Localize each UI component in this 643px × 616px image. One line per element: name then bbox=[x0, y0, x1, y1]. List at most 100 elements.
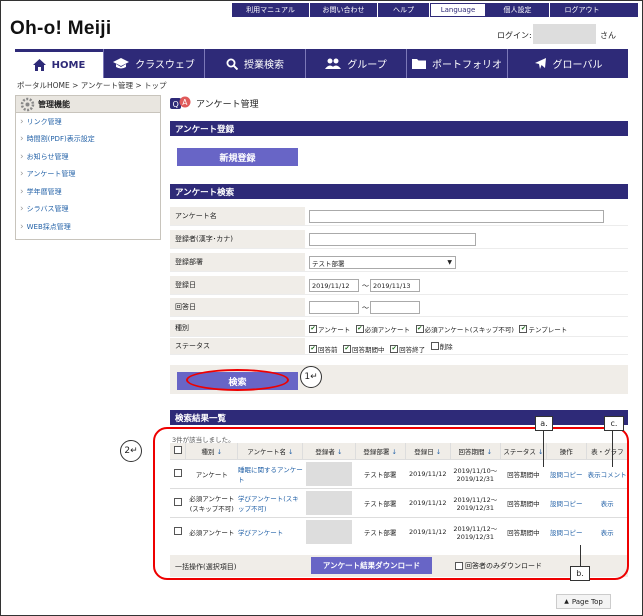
status-label: ステータス bbox=[170, 338, 305, 354]
home-icon bbox=[32, 59, 46, 71]
type-checkbox-required[interactable]: ✔ 必須アンケート bbox=[355, 324, 411, 334]
registrant-input[interactable] bbox=[309, 233, 476, 246]
svg-text:A: A bbox=[182, 98, 188, 107]
checkbox-checked-icon: ✔ bbox=[309, 345, 317, 353]
type-checkbox-template-label: テンプレート bbox=[528, 326, 568, 334]
page-title-text: アンケート管理 bbox=[196, 99, 259, 110]
answer-date-label: 回答日 bbox=[170, 298, 305, 316]
nav-classweb[interactable]: クラスウェブ bbox=[103, 49, 204, 78]
util-manual-link[interactable]: 利用マニュアル bbox=[232, 3, 310, 17]
util-help-link[interactable]: ヘルプ bbox=[378, 3, 430, 17]
util-contact-link[interactable]: お問い合わせ bbox=[310, 3, 378, 17]
search-icon bbox=[226, 58, 238, 70]
register-date-to-input[interactable]: 2019/11/13 bbox=[370, 279, 420, 292]
sidebar-item-web-grading[interactable]: WEB採点管理 bbox=[16, 218, 160, 236]
annotation-results-frame bbox=[153, 427, 629, 580]
util-settings-link[interactable]: 個人設定 bbox=[486, 3, 550, 17]
answer-date-from-input[interactable] bbox=[309, 301, 359, 314]
register-date-separator: 〜 bbox=[362, 282, 369, 290]
nav-classweb-label: クラスウェブ bbox=[135, 60, 195, 71]
sidebar-item-link-management[interactable]: リンク管理 bbox=[16, 113, 160, 131]
annotation-line-a bbox=[543, 431, 544, 467]
checkbox-checked-icon: ✔ bbox=[415, 325, 424, 333]
nav-course-search-label: 授業検索 bbox=[244, 60, 284, 71]
gear-icon bbox=[20, 97, 35, 112]
status-checkbox-before-label: 回答前 bbox=[318, 346, 338, 354]
type-checkbox-required-noskip[interactable]: ✔ 必須アンケート(スキップ不可) bbox=[415, 324, 514, 334]
folder-icon bbox=[412, 59, 426, 69]
status-checkbox-before[interactable]: ✔ 回答前 bbox=[309, 344, 338, 354]
sidebar-title: 管理機能 bbox=[38, 99, 70, 109]
register-section-header: アンケート登録 bbox=[170, 121, 628, 136]
annotation-callout-2-text: 2 bbox=[124, 446, 131, 456]
status-checkbox-deleted-label: 削除 bbox=[439, 343, 453, 351]
status-checkbox-ended-label: 回答終了 bbox=[399, 346, 426, 354]
nav-home-label: HOME bbox=[51, 59, 86, 71]
mortarboard-icon bbox=[113, 58, 130, 69]
language-select[interactable]: Language bbox=[430, 3, 486, 17]
registrant-row: 登録者(漢字･カナ) bbox=[170, 230, 628, 249]
nav-group[interactable]: グループ bbox=[305, 49, 406, 78]
department-select-value: テスト部署 bbox=[312, 259, 345, 268]
checkbox-checked-icon: ✔ bbox=[309, 325, 317, 333]
department-row: 登録部署 テスト部署 ▼ bbox=[170, 253, 628, 272]
type-checkbox-template[interactable]: ✔ テンプレート bbox=[519, 324, 567, 334]
register-date-row: 登録日 2019/11/12 〜 2019/11/13 bbox=[170, 276, 628, 295]
department-label: 登録部署 bbox=[170, 253, 305, 271]
login-label: ログイン: bbox=[497, 31, 532, 40]
status-checkbox-ended[interactable]: ✔ 回答終了 bbox=[390, 344, 425, 354]
nav-global[interactable]: グローバル bbox=[507, 49, 628, 78]
annotation-line-b bbox=[580, 545, 581, 566]
breadcrumb[interactable]: ポータルHOME > アンケート管理 > トップ bbox=[17, 80, 167, 91]
search-section-header: アンケート検索 bbox=[170, 184, 628, 199]
arrow-up-icon: ▲ bbox=[564, 598, 569, 605]
type-checkbox-survey[interactable]: ✔ アンケート bbox=[309, 324, 350, 334]
annotation-label-b: b. bbox=[570, 566, 590, 581]
sidebar-item-survey[interactable]: アンケート管理 bbox=[16, 166, 160, 184]
annotation-oval-search bbox=[186, 369, 289, 391]
type-checkboxes: ✔ アンケート ✔ 必須アンケート ✔ 必須アンケート(スキップ不可) ✔ テンプレート bbox=[309, 323, 570, 334]
annotation-callout-1: 1 ↵ bbox=[300, 366, 322, 388]
sidebar-item-timetable-pdf[interactable]: 時間割(PDF)表示設定 bbox=[16, 131, 160, 149]
utility-bar: 利用マニュアル お問い合わせ ヘルプ Language 個人設定 ログアウト bbox=[232, 3, 638, 17]
nav-home[interactable]: HOME bbox=[15, 49, 103, 78]
survey-name-input[interactable] bbox=[309, 210, 604, 223]
page-top-label: Page Top bbox=[571, 597, 603, 606]
login-suffix: さん bbox=[600, 31, 616, 40]
sidebar-item-syllabus[interactable]: シラバス管理 bbox=[16, 201, 160, 219]
results-section-header: 検索結果一覧 bbox=[170, 410, 628, 425]
type-checkbox-required-noskip-label: 必須アンケート(スキップ不可) bbox=[424, 326, 514, 334]
main-nav: HOME クラスウェブ 授業検索 グループ ポートフォリオ グローバル bbox=[15, 49, 628, 78]
nav-course-search[interactable]: 授業検索 bbox=[204, 49, 305, 78]
status-checkbox-deleted[interactable]: 削除 bbox=[430, 341, 453, 351]
airplane-icon bbox=[534, 58, 546, 69]
page-top-button[interactable]: ▲ Page Top bbox=[556, 594, 611, 609]
type-label: 種別 bbox=[170, 320, 305, 336]
group-icon bbox=[325, 58, 342, 69]
annotation-label-c: c. bbox=[604, 416, 624, 431]
logout-link[interactable]: ログアウト bbox=[550, 3, 614, 17]
type-checkbox-required-label: 必須アンケート bbox=[364, 326, 411, 334]
new-register-button[interactable]: 新規登録 bbox=[177, 148, 298, 166]
site-logo[interactable]: Oh-o! Meiji bbox=[10, 18, 111, 40]
annotation-callout-1-text: 1 bbox=[304, 372, 311, 382]
registrant-label: 登録者(漢字･カナ) bbox=[170, 230, 305, 248]
survey-name-row: アンケート名 bbox=[170, 207, 628, 226]
checkbox-checked-icon: ✔ bbox=[519, 325, 528, 333]
status-checkbox-during[interactable]: ✔ 回答期間中 bbox=[343, 344, 385, 354]
answer-date-to-input[interactable] bbox=[370, 301, 420, 314]
sidebar-item-notices[interactable]: お知らせ管理 bbox=[16, 148, 160, 166]
department-select[interactable]: テスト部署 ▼ bbox=[309, 256, 456, 269]
nav-global-label: グローバル bbox=[552, 60, 603, 71]
survey-name-label: アンケート名 bbox=[170, 207, 305, 225]
sidebar-item-calendar[interactable]: 学年暦管理 bbox=[16, 183, 160, 201]
svg-text:Q: Q bbox=[173, 100, 179, 109]
login-user-name bbox=[533, 24, 596, 44]
register-date-from-input[interactable]: 2019/11/12 bbox=[309, 279, 359, 292]
status-checkbox-during-label: 回答期間中 bbox=[352, 346, 385, 354]
nav-portfolio[interactable]: ポートフォリオ bbox=[406, 49, 507, 78]
sidebar: 管理機能 リンク管理 時間割(PDF)表示設定 お知らせ管理 アンケート管理 学… bbox=[15, 95, 161, 240]
type-row: 種別 ✔ アンケート ✔ 必須アンケート ✔ 必須アンケート(スキップ不可) ✔ テンプ… bbox=[170, 320, 628, 337]
answer-date-row: 回答日 〜 bbox=[170, 298, 628, 317]
checkbox-checked-icon: ✔ bbox=[390, 345, 399, 353]
